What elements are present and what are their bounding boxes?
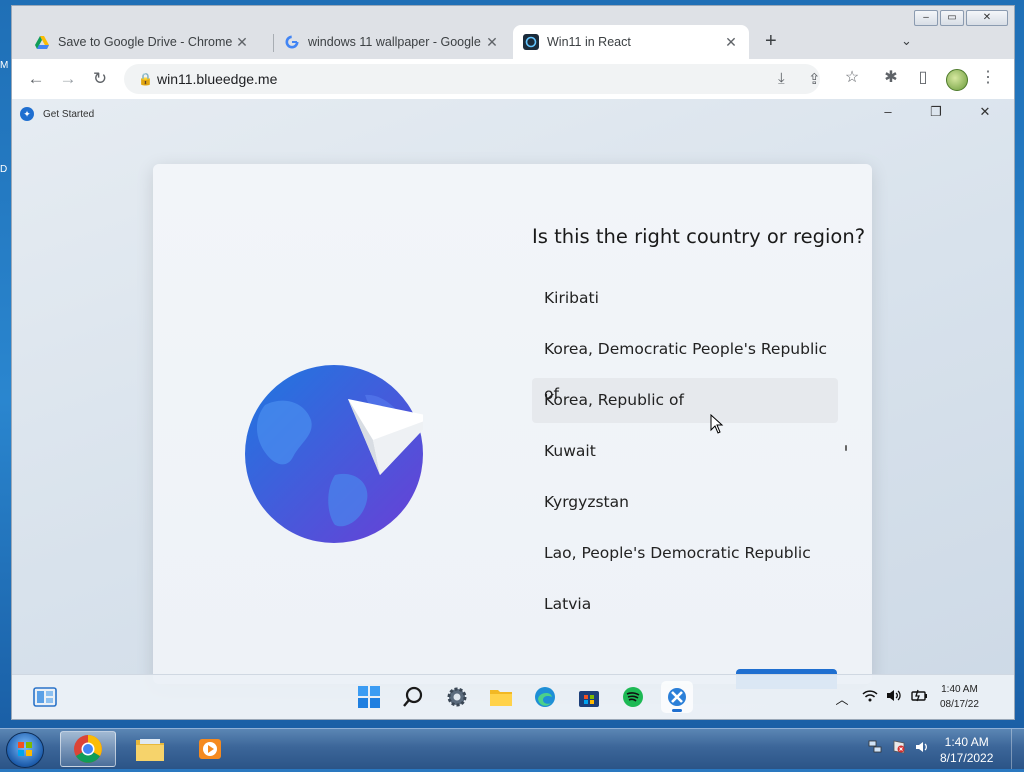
speaker-icon[interactable] bbox=[913, 740, 931, 757]
active-indicator bbox=[672, 709, 682, 712]
bookmark-star-icon[interactable]: ☆ bbox=[841, 67, 863, 87]
country-option[interactable]: Latvia bbox=[532, 582, 838, 627]
install-app-icon[interactable]: ⤓ bbox=[778, 70, 785, 87]
tab-close-icon[interactable]: ✕ bbox=[234, 34, 250, 51]
address-bar[interactable]: 🔒 win11.blueedge.me ⤓ ⇪ bbox=[124, 64, 821, 94]
new-tab-button[interactable]: + bbox=[765, 30, 777, 53]
url-text[interactable]: win11.blueedge.me bbox=[157, 71, 277, 87]
settings-icon[interactable] bbox=[441, 681, 473, 713]
country-option[interactable]: Kiribati bbox=[532, 276, 838, 321]
action-center-icon[interactable] bbox=[890, 740, 908, 757]
tab-close-icon[interactable]: ✕ bbox=[723, 34, 739, 51]
lock-icon[interactable]: 🔒 bbox=[138, 72, 153, 86]
win11-taskbar: ︿ 1:40 AM 08/17/22 bbox=[12, 674, 1014, 719]
list-scrollbar[interactable] bbox=[845, 445, 847, 451]
tray-overflow-chevron-icon[interactable]: ︿ bbox=[832, 689, 852, 708]
forward-button[interactable]: → bbox=[56, 67, 80, 91]
win11-react-icon bbox=[523, 34, 539, 50]
win7-clock[interactable]: 1:40 AM 8/17/2022 bbox=[940, 734, 993, 766]
country-list: Kiribati Korea, Democratic People's Repu… bbox=[532, 276, 838, 633]
win11-time: 1:40 AM bbox=[941, 684, 978, 695]
app-maximize-button[interactable]: ❐ bbox=[926, 104, 946, 120]
explorer-folder-icon[interactable] bbox=[122, 731, 178, 767]
maximize-button[interactable]: ▭ bbox=[940, 10, 964, 26]
share-icon[interactable]: ⇪ bbox=[808, 70, 821, 88]
google-drive-icon bbox=[34, 34, 50, 50]
search-icon[interactable] bbox=[397, 681, 429, 713]
globe-paper-plane-illustration bbox=[245, 365, 423, 543]
extensions-icon[interactable]: ✱ bbox=[880, 67, 902, 87]
show-desktop-button[interactable] bbox=[1011, 729, 1024, 769]
get-started-icon: ✦ bbox=[20, 107, 34, 121]
country-option[interactable]: Kyrgyzstan bbox=[532, 480, 838, 525]
win7-time: 1:40 AM bbox=[944, 735, 989, 749]
reload-button[interactable]: ↻ bbox=[88, 67, 112, 91]
volume-icon[interactable] bbox=[884, 689, 904, 705]
chrome-menu-icon[interactable]: ⋮ bbox=[977, 67, 999, 87]
tab-search-button[interactable]: ⌄ bbox=[901, 33, 912, 49]
win11-date: 08/17/22 bbox=[940, 699, 979, 710]
google-icon bbox=[284, 34, 300, 50]
country-option[interactable]: Korea, Democratic People's Republic of bbox=[532, 327, 838, 403]
country-option[interactable]: Korea, Republic of bbox=[532, 378, 838, 423]
battery-icon[interactable] bbox=[909, 689, 929, 705]
media-player-icon[interactable] bbox=[182, 731, 238, 767]
chrome-icon[interactable] bbox=[60, 731, 116, 767]
tab-title: Save to Google Drive - Chrome W bbox=[58, 35, 234, 49]
store-icon[interactable] bbox=[573, 681, 605, 713]
back-button[interactable]: ← bbox=[24, 67, 48, 91]
file-explorer-icon[interactable] bbox=[485, 681, 517, 713]
spotify-icon[interactable] bbox=[617, 681, 649, 713]
win7-date: 8/17/2022 bbox=[940, 751, 994, 765]
desktop-edge-text: D bbox=[0, 164, 8, 175]
question-heading: Is this the right country or region? bbox=[532, 225, 866, 248]
country-option[interactable]: Lao, People's Democratic Republic bbox=[532, 531, 838, 576]
chrome-window: – ▭ ✕ Save to Google Drive - Chrome W ✕ … bbox=[11, 5, 1015, 720]
win11-react-icon[interactable] bbox=[661, 681, 693, 713]
app-title: Get Started bbox=[43, 108, 95, 120]
widgets-icon[interactable] bbox=[29, 681, 61, 713]
start-icon[interactable] bbox=[353, 681, 385, 713]
wifi-icon[interactable] bbox=[860, 689, 880, 705]
mouse-cursor-icon bbox=[710, 414, 724, 434]
desktop-edge-text: M bbox=[0, 60, 9, 71]
browser-toolbar: ← → ↻ 🔒 win11.blueedge.me ⤓ ⇪ ☆ ✱ ▯ ⋮ bbox=[12, 59, 1014, 99]
edge-icon[interactable] bbox=[529, 681, 561, 713]
tab-title: windows 11 wallpaper - Google S bbox=[308, 35, 484, 49]
tab-win11-in-react[interactable]: Win11 in React ✕ bbox=[513, 25, 749, 59]
window-controls: – ▭ ✕ bbox=[914, 10, 1008, 26]
win7-start-button[interactable] bbox=[6, 732, 44, 768]
country-option[interactable]: Kuwait bbox=[532, 429, 838, 474]
tab-close-icon[interactable]: ✕ bbox=[484, 34, 500, 51]
minimize-button[interactable]: – bbox=[914, 10, 938, 26]
tab-strip: Save to Google Drive - Chrome W ✕ window… bbox=[24, 25, 1004, 59]
network-icon[interactable] bbox=[866, 740, 884, 757]
tab-windows-wallpaper[interactable]: windows 11 wallpaper - Google S ✕ bbox=[274, 25, 510, 59]
app-close-button[interactable]: ✕ bbox=[975, 104, 995, 120]
app-minimize-button[interactable]: – bbox=[878, 104, 898, 119]
tab-save-to-drive[interactable]: Save to Google Drive - Chrome W ✕ bbox=[24, 25, 260, 59]
oobe-panel: Is this the right country or region? Kir… bbox=[153, 164, 872, 689]
profile-avatar[interactable] bbox=[946, 69, 968, 91]
tab-title: Win11 in React bbox=[547, 35, 631, 49]
win7-taskbar: 1:40 AM 8/17/2022 bbox=[0, 728, 1024, 769]
side-panel-icon[interactable]: ▯ bbox=[912, 67, 934, 87]
app-titlebar: ✦ Get Started bbox=[20, 106, 94, 122]
win11-clock[interactable]: 1:40 AM 08/17/22 bbox=[940, 682, 979, 712]
win11-viewport: ✦ Get Started – ❐ ✕ Is this the right co… bbox=[12, 99, 1014, 719]
close-button[interactable]: ✕ bbox=[966, 10, 1008, 26]
